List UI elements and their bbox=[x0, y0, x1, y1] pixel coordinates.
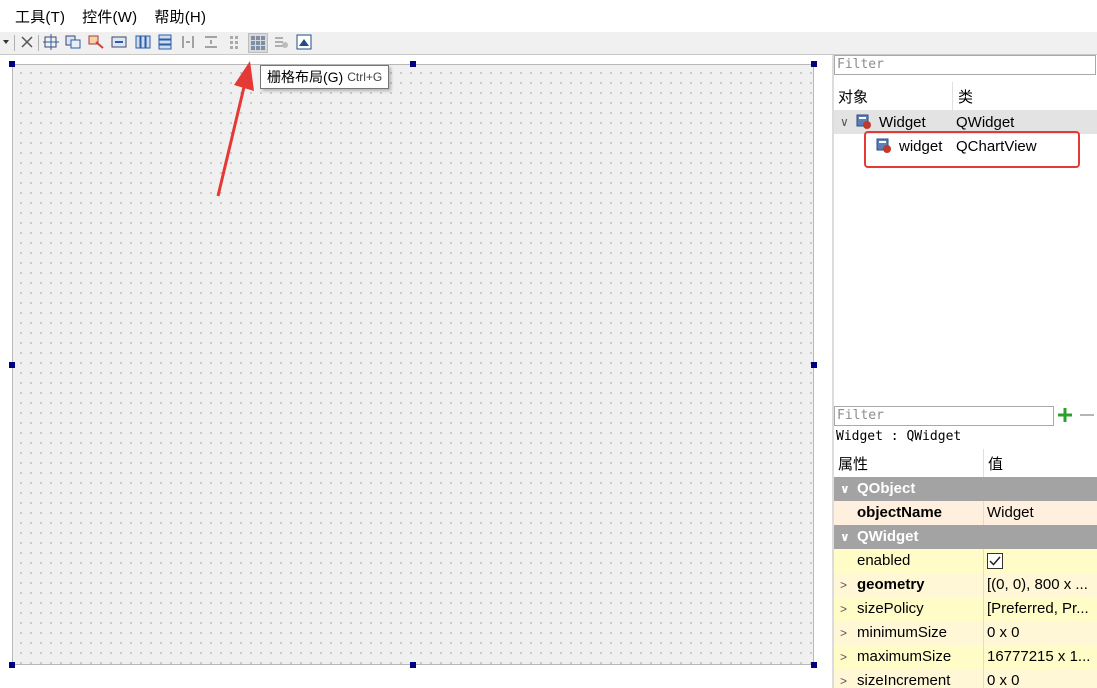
prop-name: geometry bbox=[857, 576, 925, 593]
layout-grid-icon[interactable] bbox=[248, 33, 268, 53]
object-filter-input[interactable]: Filter bbox=[834, 55, 1096, 75]
group-qobject[interactable]: ∨ QObject bbox=[834, 477, 1097, 501]
col-class[interactable]: 类 bbox=[958, 86, 973, 107]
edit-tab-order-icon[interactable] bbox=[111, 34, 127, 50]
adjust-size-icon[interactable] bbox=[43, 34, 59, 50]
resize-handle-right[interactable] bbox=[811, 362, 817, 368]
menu-help[interactable]: 帮助(H) bbox=[154, 4, 206, 29]
prop-value[interactable]: Widget bbox=[987, 501, 1034, 525]
row-divider bbox=[983, 621, 984, 645]
property-editor-header: 属性 值 bbox=[834, 449, 1097, 477]
property-context-label: Widget : QWidget bbox=[836, 429, 962, 444]
col-value[interactable]: 值 bbox=[988, 453, 1003, 474]
break-layout-icon[interactable] bbox=[19, 34, 35, 50]
prop-name: maximumSize bbox=[857, 648, 952, 665]
prop-value[interactable]: 0 x 0 bbox=[987, 669, 1020, 688]
chevron-right-icon[interactable]: > bbox=[840, 597, 847, 621]
remove-property-icon[interactable] bbox=[1078, 406, 1096, 429]
prop-name: sizeIncrement bbox=[857, 672, 951, 688]
prop-value[interactable]: [(0, 0), 800 x ... bbox=[987, 573, 1088, 597]
layout-vertical-icon[interactable] bbox=[157, 34, 173, 50]
resize-handle-bottom-left[interactable] bbox=[9, 662, 15, 668]
group-qwidget[interactable]: ∨ QWidget bbox=[834, 525, 1097, 549]
toolbar-separator bbox=[38, 35, 39, 51]
chevron-down-icon[interactable]: ∨ bbox=[840, 525, 850, 549]
prop-name: minimumSize bbox=[857, 624, 948, 641]
prop-name: objectName bbox=[857, 504, 943, 521]
row-divider bbox=[983, 597, 984, 621]
chevron-down-icon[interactable]: ∨ bbox=[840, 115, 849, 129]
layout-horizontal-splitter-icon[interactable] bbox=[180, 34, 196, 50]
menu-widgets[interactable]: 控件(W) bbox=[82, 4, 137, 29]
edit-widgets-icon[interactable] bbox=[65, 34, 81, 50]
resize-handle-bottom[interactable] bbox=[410, 662, 416, 668]
prop-row-objectname[interactable]: objectName Widget bbox=[834, 501, 1097, 525]
preview-icon[interactable] bbox=[296, 34, 312, 50]
prop-value[interactable]: [Preferred, Pr... bbox=[987, 597, 1089, 621]
chevron-right-icon[interactable]: > bbox=[840, 621, 847, 645]
toolbar-dropdown-icon[interactable] bbox=[1, 34, 11, 50]
group-name: QWidget bbox=[857, 528, 919, 545]
menu-tools[interactable]: 工具(T) bbox=[15, 4, 65, 29]
group-name: QObject bbox=[857, 480, 916, 497]
row-divider bbox=[983, 573, 984, 597]
layout-horizontal-icon[interactable] bbox=[135, 34, 151, 50]
prop-row-geometry[interactable]: > geometry [(0, 0), 800 x ... bbox=[834, 573, 1097, 597]
resize-handle-top-left[interactable] bbox=[9, 61, 15, 67]
row-divider bbox=[983, 645, 984, 669]
menu-bar: 工具(T) 控件(W) 帮助(H) bbox=[0, 0, 1097, 32]
prop-row-enabled[interactable]: enabled bbox=[834, 549, 1097, 573]
property-filter-input[interactable]: Filter bbox=[834, 406, 1054, 426]
layout-vertical-splitter-icon[interactable] bbox=[203, 34, 219, 50]
chevron-right-icon[interactable]: > bbox=[840, 645, 847, 669]
resize-handle-top-right[interactable] bbox=[811, 61, 817, 67]
annotation-highlight-box bbox=[864, 131, 1080, 168]
add-property-icon[interactable] bbox=[1056, 406, 1074, 429]
header-divider bbox=[952, 82, 953, 110]
prop-row-maximumsize[interactable]: > maximumSize 16777215 x 1... bbox=[834, 645, 1097, 669]
widget-form[interactable] bbox=[12, 64, 814, 665]
tooltip-shortcut: Ctrl+G bbox=[347, 70, 383, 84]
prop-row-minimumsize[interactable]: > minimumSize 0 x 0 bbox=[834, 621, 1097, 645]
chevron-right-icon[interactable]: > bbox=[840, 669, 847, 688]
layout-form-icon[interactable] bbox=[226, 34, 242, 50]
tooltip-label: 栅格布局(G) bbox=[267, 69, 344, 85]
break-layout-disabled-icon[interactable] bbox=[273, 34, 289, 50]
prop-name: sizePolicy bbox=[857, 600, 924, 617]
prop-row-sizepolicy[interactable]: > sizePolicy [Preferred, Pr... bbox=[834, 597, 1097, 621]
prop-value[interactable]: 16777215 x 1... bbox=[987, 645, 1090, 669]
chevron-right-icon[interactable]: > bbox=[840, 573, 847, 597]
resize-handle-top[interactable] bbox=[410, 61, 416, 67]
toolbar-separator bbox=[14, 35, 15, 51]
tree-object-name: Widget bbox=[879, 113, 926, 131]
col-object[interactable]: 对象 bbox=[838, 86, 868, 107]
layout-toolbar bbox=[0, 32, 1097, 55]
header-divider bbox=[983, 449, 984, 477]
object-inspector-header: 对象 类 bbox=[834, 82, 1097, 110]
row-divider bbox=[983, 549, 984, 573]
prop-value[interactable]: 0 x 0 bbox=[987, 621, 1020, 645]
prop-row-sizeincrement[interactable]: > sizeIncrement 0 x 0 bbox=[834, 669, 1097, 688]
grid-layout-tooltip: 栅格布局(G) Ctrl+G bbox=[260, 65, 390, 89]
col-property[interactable]: 属性 bbox=[838, 453, 868, 474]
prop-name: enabled bbox=[857, 552, 911, 569]
row-divider bbox=[983, 501, 984, 525]
resize-handle-bottom-right[interactable] bbox=[811, 662, 817, 668]
chevron-down-icon[interactable]: ∨ bbox=[840, 477, 850, 501]
row-divider bbox=[983, 669, 984, 688]
enabled-checkbox[interactable] bbox=[987, 553, 1003, 573]
resize-handle-left[interactable] bbox=[9, 362, 15, 368]
edit-buddies-icon[interactable] bbox=[88, 34, 104, 50]
tree-class-name: QWidget bbox=[956, 113, 1015, 131]
